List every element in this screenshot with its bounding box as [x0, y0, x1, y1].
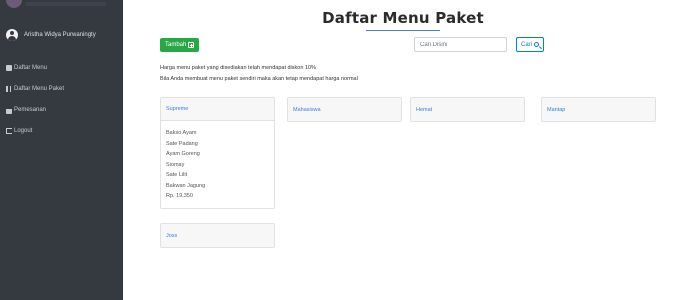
- package-card-mahasiswa: Mahasiswa: [287, 97, 402, 122]
- package-item: Bakso Ayam: [166, 130, 197, 136]
- search-icon: [534, 42, 540, 47]
- search-button[interactable]: Cari: [516, 37, 545, 52]
- package-card-joss: Joss: [160, 223, 275, 248]
- main-content: Daftar Menu Paket Tambah Cari Harga menu…: [123, 0, 683, 300]
- sidebar-item-daftar-menu-paket[interactable]: Daftar Menu Paket: [6, 83, 64, 95]
- sidebar-item-label: Daftar Menu Paket: [14, 86, 65, 92]
- utensils-icon: [6, 86, 12, 92]
- package-card-supreme: Supreme Bakso Ayam Sate Padang Ayam Gore…: [160, 97, 275, 209]
- package-card-header[interactable]: Hemat: [411, 98, 524, 121]
- add-package-button[interactable]: Tambah: [160, 38, 200, 52]
- package-item: Bakwan Jagung: [166, 182, 206, 189]
- user-name: Aristha Widya Purwaningty: [24, 32, 96, 38]
- top-avatar: [6, 0, 22, 8]
- shopping-bag-icon: [6, 108, 12, 114]
- package-card-body: Bakso Ayam Sate Padang Ayam Goreng Sioma…: [161, 121, 274, 208]
- package-price: Rp. 19,350: [166, 193, 193, 199]
- sidebar-item-daftar-menu[interactable]: Daftar Menu: [6, 62, 64, 74]
- sidebar-item-logout[interactable]: Logout: [6, 125, 64, 137]
- sidebar-item-label: Logout: [14, 128, 33, 134]
- logout-icon: [6, 128, 12, 134]
- info-line: Bila Anda membuat menu paket sendiri mak…: [160, 76, 358, 82]
- sidebar-item-label: Pemesanan: [14, 107, 47, 113]
- page-title: Daftar Menu Paket: [322, 9, 484, 27]
- plus-square-icon: [188, 42, 195, 48]
- package-card-mantap: Mantap: [541, 97, 656, 122]
- package-card-header[interactable]: Mantap: [542, 98, 655, 121]
- sidebar-item-label: Daftar Menu: [14, 65, 48, 71]
- sidebar: Aristha Widya Purwaningty Daftar Menu Da…: [0, 0, 123, 300]
- user-profile[interactable]: Aristha Widya Purwaningty: [6, 28, 96, 42]
- package-card-header[interactable]: Joss: [161, 224, 274, 247]
- package-item: Sate Padang: [166, 140, 198, 147]
- dashboard-icon: [6, 65, 12, 71]
- package-item: Ayam Goreng: [166, 151, 200, 157]
- discount-info: Harga menu paket yang disediakan telah m…: [160, 63, 358, 85]
- search-input[interactable]: [414, 37, 507, 52]
- sidebar-menu: Daftar Menu Daftar Menu Paket Pemesanan …: [6, 62, 64, 146]
- title-underline: [366, 30, 440, 31]
- search-button-label: Cari: [521, 41, 533, 48]
- user-avatar-icon: [6, 29, 18, 41]
- package-item: Siomay: [166, 161, 185, 168]
- package-card-hemat: Hemat: [410, 97, 525, 122]
- sidebar-item-pemesanan[interactable]: Pemesanan: [6, 104, 64, 116]
- info-line: Harga menu paket yang disediakan telah m…: [160, 65, 316, 71]
- package-card-header[interactable]: Mahasiswa: [288, 98, 401, 121]
- package-item: Sate Lilit: [166, 172, 188, 178]
- top-strip: [26, 2, 106, 6]
- add-button-label: Tambah: [165, 42, 187, 48]
- package-card-header[interactable]: Supreme: [161, 98, 274, 121]
